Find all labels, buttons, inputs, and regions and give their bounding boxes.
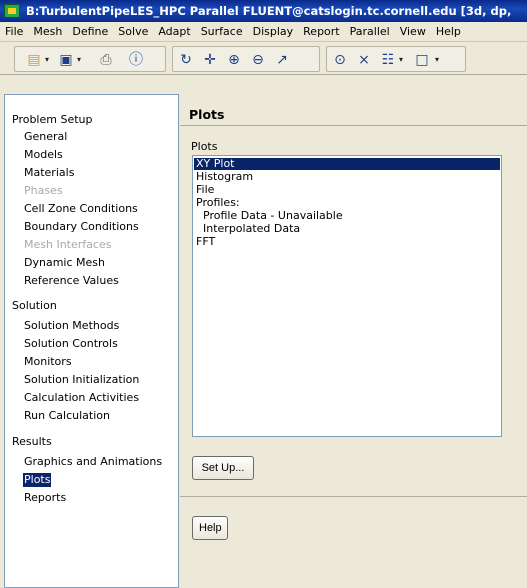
window-icon[interactable]: □ (413, 51, 431, 69)
tree-item-boundary-conditions[interactable]: Boundary Conditions (23, 220, 140, 234)
zoom-in-icon[interactable]: ⊕ (225, 51, 243, 69)
probe-icon[interactable]: ↗ (273, 51, 291, 69)
rotate-icon[interactable]: ↻ (177, 51, 195, 69)
menu-display[interactable]: Display (248, 22, 299, 41)
axes-icon[interactable]: ⨯ (355, 51, 373, 69)
navigation-tree: Problem Setup General Models Materials P… (4, 94, 179, 588)
list-item-histogram[interactable]: Histogram (194, 171, 500, 183)
pan-icon[interactable]: ✛ (201, 51, 219, 69)
tree-item-reference-values[interactable]: Reference Values (23, 274, 120, 288)
tree-item-plots[interactable]: Plots (23, 473, 52, 487)
menu-surface[interactable]: Surface (196, 22, 248, 41)
help-button[interactable]: Help (192, 516, 228, 540)
menu-solve[interactable]: Solve (113, 22, 153, 41)
menu-report[interactable]: Report (298, 22, 344, 41)
open-icon[interactable]: ▤ (25, 51, 43, 69)
menu-view[interactable]: View (395, 22, 431, 41)
save-dropdown-arrow[interactable]: ▾ (77, 55, 85, 65)
zoom-out-icon[interactable]: ⊖ (249, 51, 267, 69)
tree-item-materials[interactable]: Materials (23, 166, 75, 180)
tree-item-monitors[interactable]: Monitors (23, 355, 73, 369)
display-toolbar-group: ⊙ ⨯ ☷ ▾ □ ▾ (326, 46, 466, 72)
tree-header-problem-setup[interactable]: Problem Setup (11, 113, 94, 127)
menu-mesh[interactable]: Mesh (28, 22, 67, 41)
set-up-button[interactable]: Set Up... (192, 456, 254, 480)
save-icon[interactable]: ▣ (57, 51, 75, 69)
panel-title-divider (180, 125, 527, 126)
tree-item-cell-zone-conditions[interactable]: Cell Zone Conditions (23, 202, 139, 216)
list-item-profiles[interactable]: Profiles: (194, 197, 500, 209)
tree-item-mesh-interfaces: Mesh Interfaces (24, 238, 112, 251)
panel-title: Plots (189, 107, 225, 122)
tree-item-solution-controls[interactable]: Solution Controls (23, 337, 119, 351)
file-toolbar-group: ▤ ▾ ▣ ▾ ⎙ ⓘ (14, 46, 166, 72)
plots-listbox[interactable]: XY Plot Histogram File Profiles: Profile… (192, 155, 502, 437)
tree-header-solution[interactable]: Solution (11, 299, 58, 313)
menu-define[interactable]: Define (67, 22, 113, 41)
menu-parallel[interactable]: Parallel (345, 22, 395, 41)
zoom-fit-icon[interactable]: ⊙ (331, 51, 349, 69)
toolbar: ▤ ▾ ▣ ▾ ⎙ ⓘ ↻ ✛ ⊕ ⊖ ↗ ⊙ ⨯ ☷ ▾ □ ▾ (0, 43, 527, 75)
open-dropdown-arrow[interactable]: ▾ (45, 55, 53, 65)
panel-button-divider (180, 496, 527, 497)
window-dropdown-arrow[interactable]: ▾ (435, 55, 443, 65)
print-icon[interactable]: ⎙ (97, 51, 115, 69)
fluent-app-icon (4, 4, 20, 18)
title-bar[interactable]: B:TurbulentPipeLES_HPC Parallel FLUENT@c… (0, 0, 527, 22)
tree-item-solution-initialization[interactable]: Solution Initialization (23, 373, 140, 387)
tree-item-models[interactable]: Models (23, 148, 64, 162)
list-item-fft[interactable]: FFT (194, 236, 500, 248)
layout-dropdown-arrow[interactable]: ▾ (399, 55, 407, 65)
list-item-file[interactable]: File (194, 184, 500, 196)
menu-file[interactable]: File (0, 22, 28, 41)
tree-header-results[interactable]: Results (11, 435, 53, 449)
tree-item-solution-methods[interactable]: Solution Methods (23, 319, 120, 333)
list-item-interpolated-data[interactable]: Interpolated Data (194, 223, 500, 235)
menu-help[interactable]: Help (431, 22, 466, 41)
tree-item-phases: Phases (24, 184, 63, 197)
list-item-profile-data[interactable]: Profile Data - Unavailable (194, 210, 500, 222)
list-item-xy-plot[interactable]: XY Plot (194, 158, 500, 170)
plots-list-label: Plots (191, 140, 218, 153)
tree-item-dynamic-mesh[interactable]: Dynamic Mesh (23, 256, 106, 270)
layout-icon[interactable]: ☷ (379, 51, 397, 69)
tree-item-general[interactable]: General (23, 130, 68, 144)
view-toolbar-group: ↻ ✛ ⊕ ⊖ ↗ (172, 46, 320, 72)
tree-item-reports[interactable]: Reports (23, 491, 67, 505)
plots-task-panel: Plots Plots XY Plot Histogram File Profi… (180, 94, 527, 588)
tree-item-run-calculation[interactable]: Run Calculation (23, 409, 111, 423)
window-title: B:TurbulentPipeLES_HPC Parallel FLUENT@c… (26, 4, 512, 18)
tree-item-graphics-and-animations[interactable]: Graphics and Animations (23, 455, 163, 469)
tree-item-calculation-activities[interactable]: Calculation Activities (23, 391, 140, 405)
menu-bar: File Mesh Define Solve Adapt Surface Display Re… (0, 22, 527, 42)
help-icon[interactable]: ⓘ (127, 51, 145, 69)
menu-adapt[interactable]: Adapt (153, 22, 195, 41)
